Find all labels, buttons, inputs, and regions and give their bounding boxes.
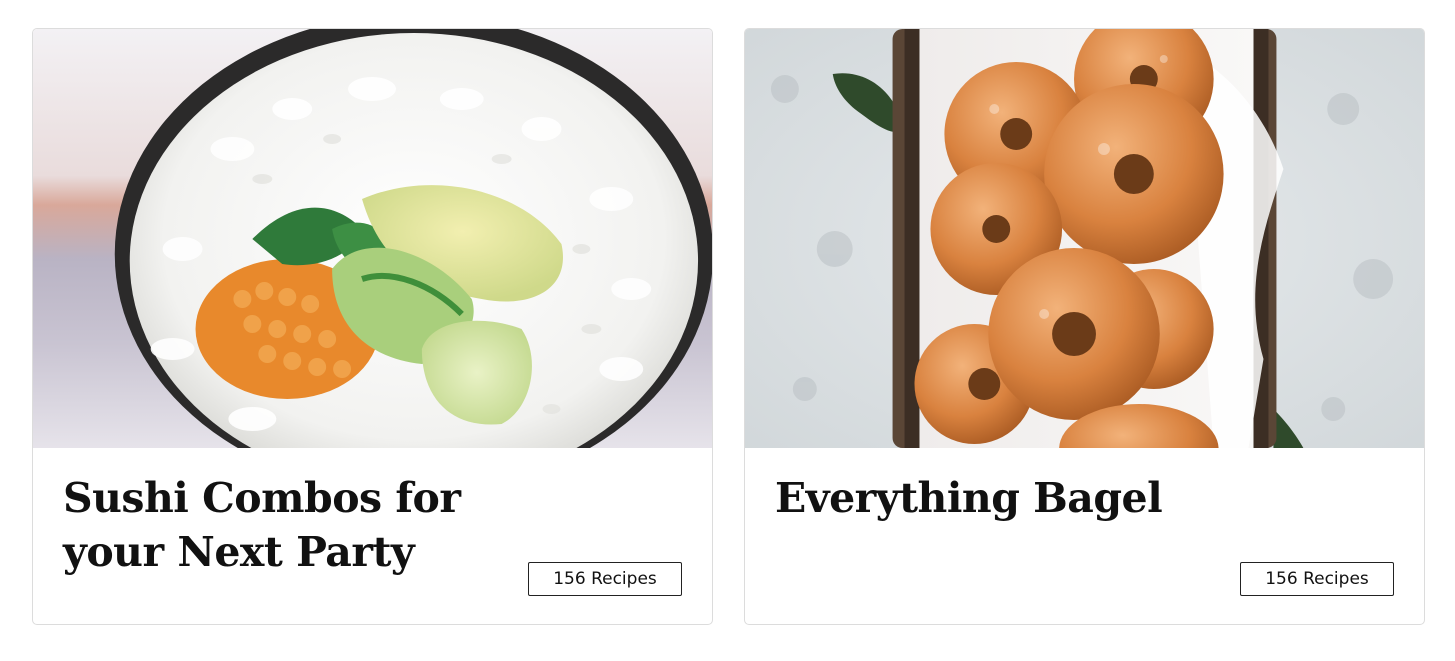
recipe-count-button[interactable]: 156 Recipes: [528, 562, 682, 596]
sushi-roll-image[interactable]: [33, 29, 712, 448]
recipe-card-bagel[interactable]: Everything Bagel 156 Recipes: [744, 28, 1425, 625]
recipe-card-grid: Sushi Combos for your Next Party 156 Rec…: [0, 0, 1455, 661]
recipe-card-sushi[interactable]: Sushi Combos for your Next Party 156 Rec…: [32, 28, 713, 625]
card-title[interactable]: Sushi Combos for your Next Party: [63, 471, 483, 579]
card-title[interactable]: Everything Bagel: [775, 471, 1195, 525]
bagels-basket-image[interactable]: [745, 29, 1424, 448]
recipe-count-button[interactable]: 156 Recipes: [1240, 562, 1394, 596]
